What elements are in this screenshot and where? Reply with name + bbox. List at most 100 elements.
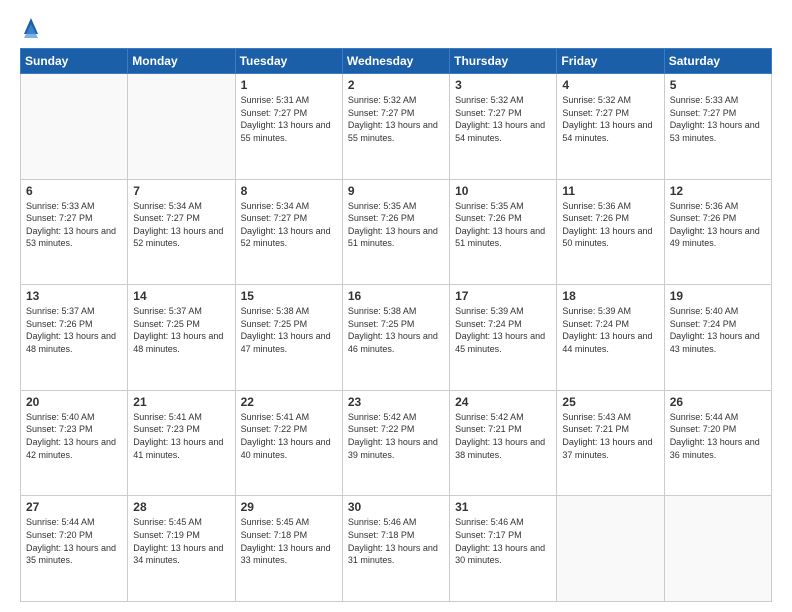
day-number: 2 [348, 78, 444, 92]
day-info: Sunrise: 5:37 AM Sunset: 7:25 PM Dayligh… [133, 305, 229, 355]
calendar-week-row: 6 Sunrise: 5:33 AM Sunset: 7:27 PM Daylig… [21, 179, 772, 285]
day-number: 26 [670, 395, 766, 409]
calendar-table: Sunday Monday Tuesday Wednesday Thursday… [20, 48, 772, 602]
day-info: Sunrise: 5:35 AM Sunset: 7:26 PM Dayligh… [455, 200, 551, 250]
day-info: Sunrise: 5:42 AM Sunset: 7:21 PM Dayligh… [455, 411, 551, 461]
day-number: 22 [241, 395, 337, 409]
day-info: Sunrise: 5:39 AM Sunset: 7:24 PM Dayligh… [455, 305, 551, 355]
day-number: 1 [241, 78, 337, 92]
day-number: 25 [562, 395, 658, 409]
table-row: 5Sunrise: 5:33 AM Sunset: 7:27 PM Daylig… [664, 74, 771, 180]
day-info: Sunrise: 5:44 AM Sunset: 7:20 PM Dayligh… [26, 516, 122, 566]
table-row: 16 Sunrise: 5:38 AM Sunset: 7:25 PM Dayli… [342, 285, 449, 391]
logo-icon [22, 16, 40, 38]
day-number: 14 [133, 289, 229, 303]
table-row: 9 Sunrise: 5:35 AM Sunset: 7:26 PM Daylig… [342, 179, 449, 285]
day-number: 31 [455, 500, 551, 514]
day-info: Sunrise: 5:46 AM Sunset: 7:18 PM Dayligh… [348, 516, 444, 566]
day-number: 16 [348, 289, 444, 303]
day-number: 17 [455, 289, 551, 303]
day-info: Sunrise: 5:42 AM Sunset: 7:22 PM Dayligh… [348, 411, 444, 461]
day-info: Sunrise: 5:33 AM Sunset: 7:27 PM Dayligh… [670, 94, 766, 144]
day-number: 27 [26, 500, 122, 514]
day-number: 21 [133, 395, 229, 409]
table-row: 17 Sunrise: 5:39 AM Sunset: 7:24 PM Dayli… [450, 285, 557, 391]
day-info: Sunrise: 5:32 AM Sunset: 7:27 PM Dayligh… [348, 94, 444, 144]
table-row: 6 Sunrise: 5:33 AM Sunset: 7:27 PM Daylig… [21, 179, 128, 285]
header [20, 16, 772, 40]
day-info: Sunrise: 5:31 AM Sunset: 7:27 PM Dayligh… [241, 94, 337, 144]
table-row: 24 Sunrise: 5:42 AM Sunset: 7:21 PM Dayli… [450, 390, 557, 496]
day-info: Sunrise: 5:33 AM Sunset: 7:27 PM Dayligh… [26, 200, 122, 250]
table-row: 15 Sunrise: 5:38 AM Sunset: 7:25 PM Dayli… [235, 285, 342, 391]
day-info: Sunrise: 5:38 AM Sunset: 7:25 PM Dayligh… [348, 305, 444, 355]
table-row: 22 Sunrise: 5:41 AM Sunset: 7:22 PM Dayli… [235, 390, 342, 496]
table-row: 8 Sunrise: 5:34 AM Sunset: 7:27 PM Daylig… [235, 179, 342, 285]
day-number: 9 [348, 184, 444, 198]
col-tuesday: Tuesday [235, 49, 342, 74]
day-number: 19 [670, 289, 766, 303]
col-thursday: Thursday [450, 49, 557, 74]
table-row: 23 Sunrise: 5:42 AM Sunset: 7:22 PM Dayli… [342, 390, 449, 496]
day-info: Sunrise: 5:36 AM Sunset: 7:26 PM Dayligh… [562, 200, 658, 250]
day-number: 4 [562, 78, 658, 92]
day-info: Sunrise: 5:44 AM Sunset: 7:20 PM Dayligh… [670, 411, 766, 461]
calendar-week-row: 27 Sunrise: 5:44 AM Sunset: 7:20 PM Dayli… [21, 496, 772, 602]
table-row [557, 496, 664, 602]
day-number: 15 [241, 289, 337, 303]
day-info: Sunrise: 5:40 AM Sunset: 7:23 PM Dayligh… [26, 411, 122, 461]
day-info: Sunrise: 5:41 AM Sunset: 7:22 PM Dayligh… [241, 411, 337, 461]
table-row: 11 Sunrise: 5:36 AM Sunset: 7:26 PM Dayli… [557, 179, 664, 285]
day-info: Sunrise: 5:34 AM Sunset: 7:27 PM Dayligh… [241, 200, 337, 250]
day-info: Sunrise: 5:46 AM Sunset: 7:17 PM Dayligh… [455, 516, 551, 566]
day-info: Sunrise: 5:37 AM Sunset: 7:26 PM Dayligh… [26, 305, 122, 355]
table-row: 21 Sunrise: 5:41 AM Sunset: 7:23 PM Dayli… [128, 390, 235, 496]
table-row: 18 Sunrise: 5:39 AM Sunset: 7:24 PM Dayli… [557, 285, 664, 391]
day-info: Sunrise: 5:35 AM Sunset: 7:26 PM Dayligh… [348, 200, 444, 250]
day-number: 7 [133, 184, 229, 198]
day-number: 12 [670, 184, 766, 198]
day-info: Sunrise: 5:34 AM Sunset: 7:27 PM Dayligh… [133, 200, 229, 250]
day-number: 6 [26, 184, 122, 198]
table-row [128, 74, 235, 180]
day-info: Sunrise: 5:32 AM Sunset: 7:27 PM Dayligh… [562, 94, 658, 144]
table-row: 7 Sunrise: 5:34 AM Sunset: 7:27 PM Daylig… [128, 179, 235, 285]
table-row: 14 Sunrise: 5:37 AM Sunset: 7:25 PM Dayli… [128, 285, 235, 391]
day-number: 30 [348, 500, 444, 514]
col-saturday: Saturday [664, 49, 771, 74]
day-info: Sunrise: 5:38 AM Sunset: 7:25 PM Dayligh… [241, 305, 337, 355]
day-info: Sunrise: 5:40 AM Sunset: 7:24 PM Dayligh… [670, 305, 766, 355]
day-number: 28 [133, 500, 229, 514]
table-row: 29 Sunrise: 5:45 AM Sunset: 7:18 PM Dayli… [235, 496, 342, 602]
day-number: 24 [455, 395, 551, 409]
table-row: 28Sunrise: 5:45 AM Sunset: 7:19 PM Dayli… [128, 496, 235, 602]
day-number: 11 [562, 184, 658, 198]
col-monday: Monday [128, 49, 235, 74]
day-info: Sunrise: 5:39 AM Sunset: 7:24 PM Dayligh… [562, 305, 658, 355]
col-friday: Friday [557, 49, 664, 74]
table-row: 31 Sunrise: 5:46 AM Sunset: 7:17 PM Dayli… [450, 496, 557, 602]
table-row: 26 Sunrise: 5:44 AM Sunset: 7:20 PM Dayli… [664, 390, 771, 496]
calendar-header-row: Sunday Monday Tuesday Wednesday Thursday… [21, 49, 772, 74]
table-row: 3Sunrise: 5:32 AM Sunset: 7:27 PM Daylig… [450, 74, 557, 180]
table-row: 12 Sunrise: 5:36 AM Sunset: 7:26 PM Dayli… [664, 179, 771, 285]
day-number: 18 [562, 289, 658, 303]
day-number: 23 [348, 395, 444, 409]
day-info: Sunrise: 5:41 AM Sunset: 7:23 PM Dayligh… [133, 411, 229, 461]
calendar-week-row: 20Sunrise: 5:40 AM Sunset: 7:23 PM Dayli… [21, 390, 772, 496]
table-row: 20Sunrise: 5:40 AM Sunset: 7:23 PM Dayli… [21, 390, 128, 496]
day-number: 13 [26, 289, 122, 303]
table-row: 10Sunrise: 5:35 AM Sunset: 7:26 PM Dayli… [450, 179, 557, 285]
day-info: Sunrise: 5:36 AM Sunset: 7:26 PM Dayligh… [670, 200, 766, 250]
day-number: 29 [241, 500, 337, 514]
col-wednesday: Wednesday [342, 49, 449, 74]
day-info: Sunrise: 5:45 AM Sunset: 7:18 PM Dayligh… [241, 516, 337, 566]
day-number: 8 [241, 184, 337, 198]
table-row: 2 Sunrise: 5:32 AM Sunset: 7:27 PM Daylig… [342, 74, 449, 180]
table-row: 25 Sunrise: 5:43 AM Sunset: 7:21 PM Dayli… [557, 390, 664, 496]
col-sunday: Sunday [21, 49, 128, 74]
calendar-week-row: 13 Sunrise: 5:37 AM Sunset: 7:26 PM Dayli… [21, 285, 772, 391]
day-info: Sunrise: 5:32 AM Sunset: 7:27 PM Dayligh… [455, 94, 551, 144]
table-row: 13 Sunrise: 5:37 AM Sunset: 7:26 PM Dayli… [21, 285, 128, 391]
day-info: Sunrise: 5:43 AM Sunset: 7:21 PM Dayligh… [562, 411, 658, 461]
